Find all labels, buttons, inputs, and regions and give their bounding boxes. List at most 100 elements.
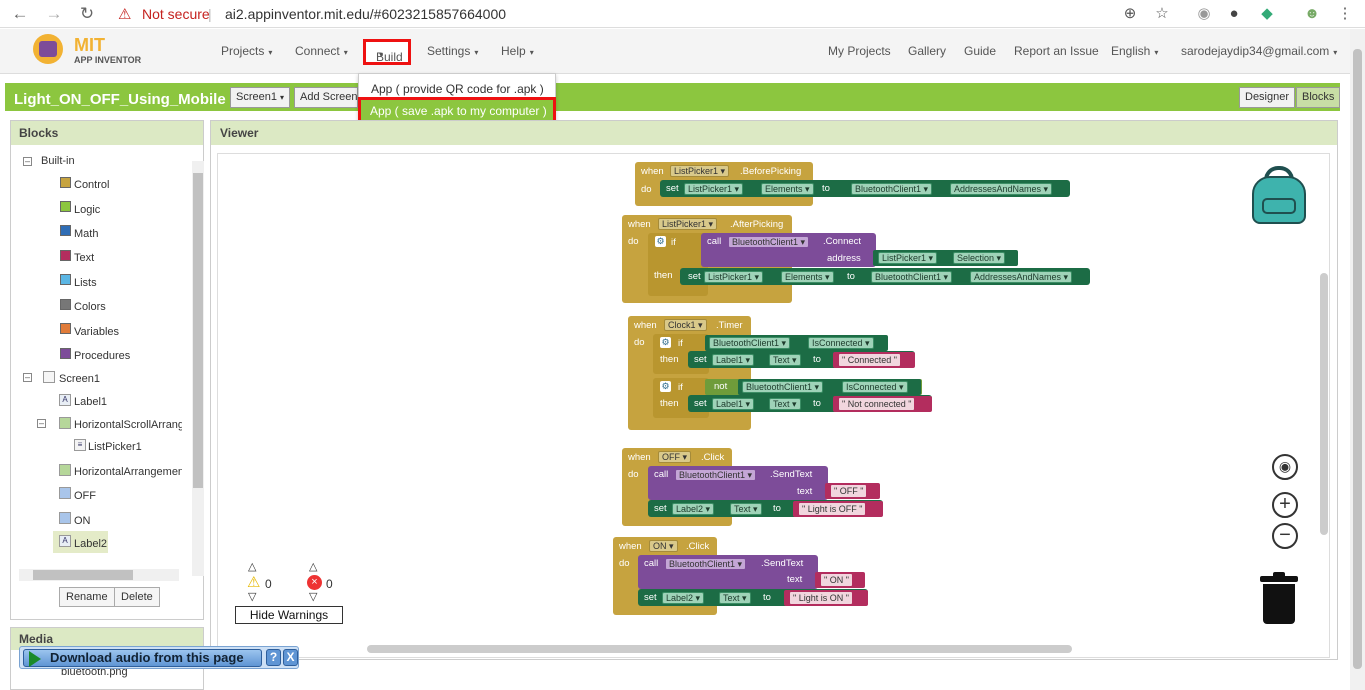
string-block[interactable]: " Light is ON " [784,590,868,606]
tree-listpicker1[interactable]: ListPicker1 [88,441,142,453]
string-block[interactable]: " OFF " [825,483,880,499]
url-text[interactable]: ai2.appinventor.mit.edu/#602321585766400… [225,6,506,22]
property-dropdown[interactable]: Text ▾ [730,503,762,515]
component-dropdown[interactable]: ON ▾ [649,540,678,552]
component-dropdown[interactable]: ListPicker1 ▾ [704,271,764,283]
string-block[interactable]: " ON " [815,572,865,588]
string-block[interactable]: " Not connected " [833,396,932,412]
property-dropdown[interactable]: Text ▾ [769,354,801,366]
close-button[interactable]: X [283,649,298,666]
menu-projects[interactable]: Projects ▾ [221,44,272,58]
hide-warnings-button[interactable]: Hide Warnings [235,606,343,624]
property-dropdown[interactable]: Text ▾ [719,592,751,604]
property-dropdown[interactable]: Selection ▾ [953,252,1006,264]
tree-control[interactable]: Control [74,179,109,191]
menu-connect[interactable]: Connect ▾ [295,44,348,58]
tree-variables[interactable]: Variables [74,326,119,338]
component-dropdown[interactable]: OFF ▾ [658,451,692,463]
backpack-icon[interactable] [1250,166,1308,224]
avatar[interactable]: ☻ [1302,4,1322,24]
back-icon[interactable]: ← [10,4,30,24]
tree-logic[interactable]: Logic [74,204,100,216]
gear-icon[interactable]: ⚙ [660,337,671,348]
warning-down-arrow-icon[interactable]: ▽ [248,590,256,603]
tree-math[interactable]: Math [74,228,98,240]
warning-up-arrow-icon[interactable]: △ [248,560,256,573]
reload-icon[interactable]: ↻ [77,4,97,24]
menu-icon[interactable]: ⋮ [1335,4,1355,24]
string-block[interactable]: " Connected " [833,352,915,368]
menu-help[interactable]: Help ▾ [501,44,534,58]
component-dropdown[interactable]: Label1 ▾ [712,354,755,366]
component-dropdown[interactable]: BluetoothClient1 ▾ [728,236,810,248]
component-dropdown[interactable]: BluetoothClient1 ▾ [871,271,953,283]
zoom-in-icon[interactable]: + [1272,492,1298,518]
tree-horizontalscroll[interactable]: HorizontalScrollArrang [74,419,182,431]
blocks-button[interactable]: Blocks [1296,87,1341,108]
tree-horizontalarrangement[interactable]: HorizontalArrangemen [74,466,182,478]
add-screen-button[interactable]: Add Screen [294,87,358,108]
download-audio-button[interactable]: Download audio from this page [23,649,262,667]
component-dropdown[interactable]: ListPicker1 ▾ [878,252,938,264]
gear-icon[interactable]: ⚙ [655,236,666,247]
component-dropdown[interactable]: Label1 ▾ [712,398,755,410]
extension-icon[interactable]: ● [1224,4,1244,24]
property-dropdown[interactable]: IsConnected ▾ [808,337,874,349]
component-dropdown[interactable]: Label2 ▾ [662,592,705,604]
menu-language[interactable]: English ▾ [1111,44,1158,58]
component-dropdown[interactable]: Clock1 ▾ [664,319,707,331]
forward-icon[interactable]: → [44,4,64,24]
recenter-icon[interactable]: ◉ [1272,454,1298,480]
address-bar[interactable]: ⚠ Not secure | ai2.appinventor.mit.edu/#… [110,3,1190,25]
star-icon[interactable]: ☆ [1152,4,1172,24]
error-down-arrow-icon[interactable]: ▽ [309,590,317,603]
zoom-out-icon[interactable]: − [1272,523,1298,549]
workspace-hscrollbar[interactable] [367,645,1072,653]
component-dropdown[interactable]: BluetoothClient1 ▾ [742,381,824,393]
link-report-issue[interactable]: Report an Issue [1014,44,1099,58]
menu-item-qr-apk[interactable]: App ( provide QR code for .apk ) [371,82,544,96]
tree-procedures[interactable]: Procedures [74,350,130,362]
property-dropdown[interactable]: Elements ▾ [761,183,814,195]
component-dropdown[interactable]: ListPicker1 ▾ [684,183,744,195]
trash-icon[interactable] [1260,572,1298,624]
menu-settings[interactable]: Settings ▾ [427,44,478,58]
tree-on[interactable]: ON [74,515,91,527]
tree-text[interactable]: Text [74,252,94,264]
designer-button[interactable]: Designer [1239,87,1296,108]
menu-account[interactable]: sarodejaydip34@gmail.com ▾ [1181,44,1337,58]
property-dropdown[interactable]: IsConnected ▾ [842,381,908,393]
menu-build[interactable]: Build ▾ [363,39,411,65]
component-dropdown[interactable]: BluetoothClient1 ▾ [665,558,747,570]
link-my-projects[interactable]: My Projects [828,44,891,58]
screen-select[interactable]: Screen1 ▾ [230,87,291,108]
component-dropdown[interactable]: BluetoothClient1 ▾ [709,337,791,349]
rename-button[interactable]: Rename [59,587,115,607]
tree-scrollbar[interactable] [192,161,204,576]
component-dropdown[interactable]: BluetoothClient1 ▾ [675,469,757,481]
extension-icon[interactable]: ◆ [1257,4,1277,24]
collapse-icon[interactable]: – [23,373,32,382]
tree-label1[interactable]: Label1 [74,396,107,408]
string-block[interactable]: " Light is OFF " [793,501,883,517]
tree-label2[interactable]: Label2 [74,538,107,550]
component-dropdown[interactable]: ListPicker1 ▾ [670,165,730,177]
tree-builtin[interactable]: Built-in [41,155,75,167]
link-gallery[interactable]: Gallery [908,44,946,58]
help-button[interactable]: ? [266,649,281,666]
component-dropdown[interactable]: ListPicker1 ▾ [658,218,718,230]
property-dropdown[interactable]: Text ▾ [769,398,801,410]
component-dropdown[interactable]: Label2 ▾ [672,503,715,515]
property-dropdown[interactable]: AddressesAndNames ▾ [950,183,1053,195]
component-dropdown[interactable]: BluetoothClient1 ▾ [851,183,933,195]
collapse-icon[interactable]: – [23,157,32,166]
extension-icon[interactable]: ◉ [1194,4,1214,24]
tree-screen1[interactable]: Screen1 [59,373,100,385]
collapse-icon[interactable]: – [37,419,46,428]
workspace-vscrollbar[interactable] [1320,273,1328,535]
link-guide[interactable]: Guide [964,44,996,58]
error-up-arrow-icon[interactable]: △ [309,560,317,573]
page-scrollbar[interactable] [1350,29,1365,690]
gear-icon[interactable]: ⚙ [660,381,671,392]
property-dropdown[interactable]: AddressesAndNames ▾ [970,271,1073,283]
